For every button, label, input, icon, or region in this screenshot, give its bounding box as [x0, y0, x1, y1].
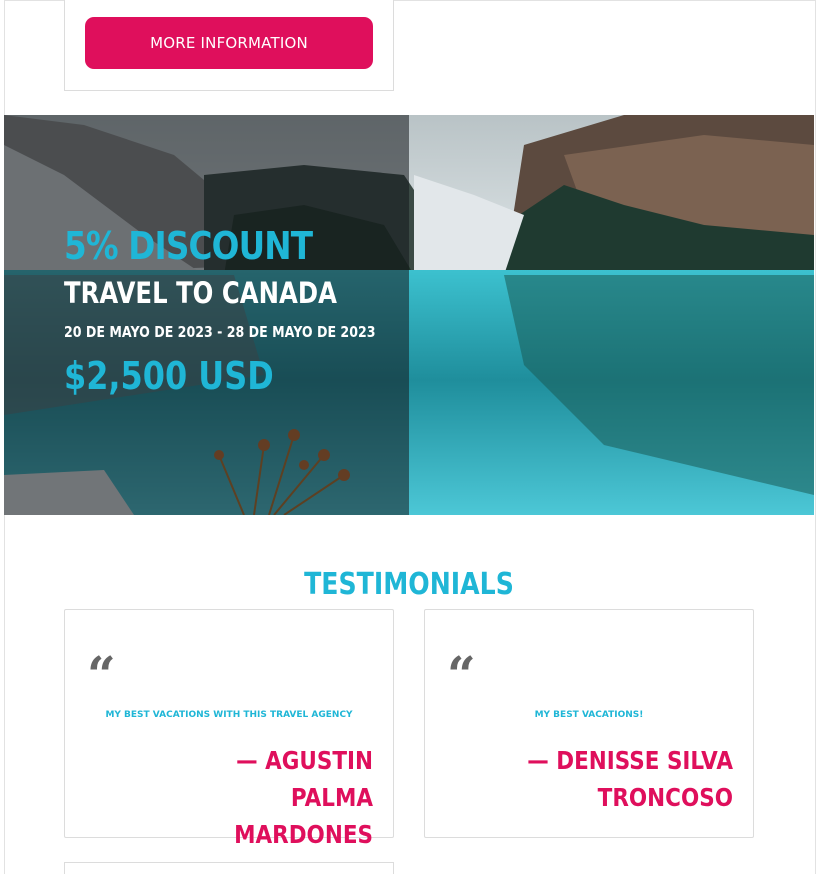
discount-label: 5% DISCOUNT [64, 224, 313, 268]
testimonial-card: “ MY BEST VACATIONS! — DENISSE SILVA TRO… [424, 609, 754, 838]
testimonial-author: — DENISSE SILVA TRONCOSO [527, 746, 733, 812]
more-information-button[interactable]: MORE INFORMATION [85, 17, 373, 69]
quote-icon: “ [447, 645, 476, 704]
testimonial-quote: MY BEST VACATIONS! [534, 710, 644, 720]
testimonial-card: “ MY BEST VACATIONS WITH THIS TRAVEL AGE… [64, 609, 394, 849]
promo-banner: 5% DISCOUNT TRAVEL TO CANADA 20 DE MAYO … [4, 115, 814, 515]
quote-icon: “ [87, 645, 116, 704]
testimonials-heading: TESTIMONIALS [304, 567, 514, 602]
testimonial-author: — AGUSTIN PALMA MARDONES [234, 746, 373, 849]
promo-text: 5% DISCOUNT TRAVEL TO CANADA 20 DE MAYO … [64, 223, 435, 399]
destination-title: TRAVEL TO CANADA [64, 276, 337, 310]
info-card: MORE INFORMATION [64, 0, 394, 91]
travel-dates: 20 DE MAYO DE 2023 - 28 DE MAYO DE 2023 [64, 323, 376, 341]
testimonial-quote: MY BEST VACATIONS WITH THIS TRAVEL AGENC… [105, 710, 353, 720]
next-card [64, 862, 394, 874]
price-label: $2,500 USD [64, 354, 274, 398]
